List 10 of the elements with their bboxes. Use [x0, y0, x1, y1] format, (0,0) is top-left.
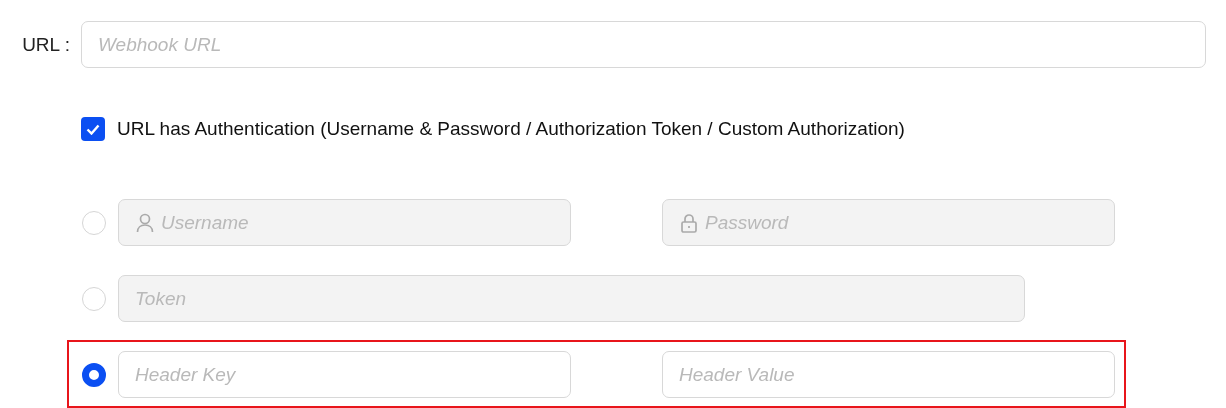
input-field[interactable]: Header Value [662, 351, 1115, 398]
radio-button[interactable] [82, 362, 106, 387]
input-field[interactable]: Header Key [118, 351, 571, 398]
lock-icon [680, 213, 698, 233]
url-label: URL : [21, 33, 71, 56]
authentication-label: URL has Authentication (Username & Password / Authorization Token / Custom Authorization) [117, 118, 905, 140]
user-icon [136, 213, 154, 233]
url-field[interactable]: Webhook URL [81, 21, 1206, 68]
check-icon [86, 123, 100, 135]
authentication-checkbox[interactable] [81, 117, 105, 141]
